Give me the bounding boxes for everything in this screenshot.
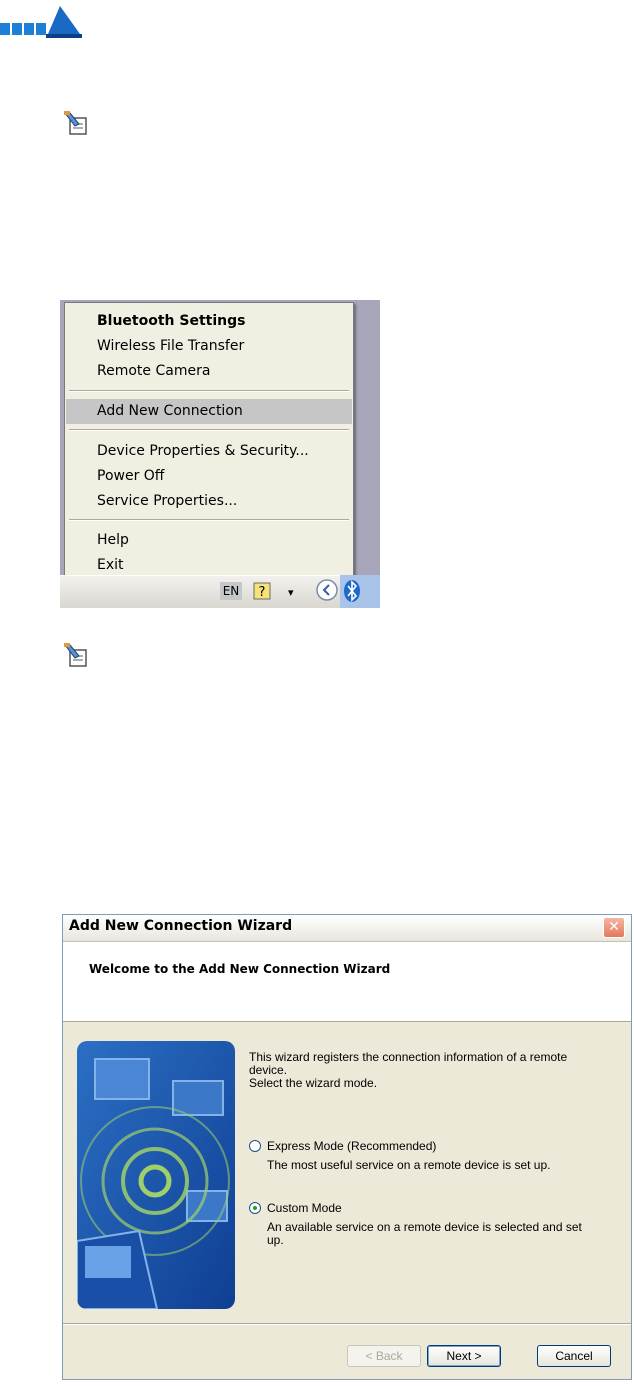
menu-item-wireless-file-transfer[interactable]: Wireless File Transfer bbox=[66, 334, 352, 359]
window-title: Add New Connection Wizard bbox=[69, 918, 293, 934]
description-line: The most useful service on a remote devi… bbox=[267, 1158, 551, 1172]
menu-separator bbox=[69, 519, 349, 521]
show-hidden-icons-chevron-icon[interactable] bbox=[316, 579, 338, 601]
description-line: up. bbox=[267, 1233, 284, 1247]
next-page-arrow-icon[interactable] bbox=[0, 0, 82, 40]
intro-line: This wizard registers the connection inf… bbox=[249, 1050, 568, 1064]
menu-item-power-off[interactable]: Power Off bbox=[66, 464, 352, 489]
intro-line: Select the wizard mode. bbox=[249, 1076, 378, 1090]
description-line: An available service on a remote device … bbox=[267, 1220, 582, 1234]
menu-item-bluetooth-settings[interactable]: Bluetooth Settings bbox=[66, 309, 352, 334]
wizard-intro: This wizard registers the connection inf… bbox=[249, 1051, 609, 1090]
menu-item-help[interactable]: Help bbox=[66, 528, 352, 553]
svg-text:?: ? bbox=[259, 585, 266, 600]
close-icon: ✕ bbox=[608, 919, 620, 935]
express-mode-label[interactable]: Express Mode (Recommended) bbox=[267, 1139, 436, 1154]
express-mode-description: The most useful service on a remote devi… bbox=[267, 1159, 607, 1172]
custom-mode-radio[interactable] bbox=[249, 1202, 261, 1214]
custom-mode-description: An available service on a remote device … bbox=[267, 1221, 607, 1247]
next-button[interactable]: Next > bbox=[427, 1345, 501, 1367]
wizard-header-title: Welcome to the Add New Connection Wizard bbox=[89, 962, 391, 976]
button-area-separator bbox=[63, 1323, 631, 1325]
express-mode-radio[interactable] bbox=[249, 1140, 261, 1152]
tray-context-menu-screenshot: Bluetooth Settings Wireless File Transfe… bbox=[60, 300, 380, 608]
tray-dropdown-arrow-icon[interactable]: ▾ bbox=[288, 586, 294, 599]
custom-mode-label[interactable]: Custom Mode bbox=[267, 1201, 342, 1216]
close-button[interactable]: ✕ bbox=[603, 917, 625, 938]
wizard-illustration bbox=[77, 1041, 235, 1309]
window-title-bar[interactable]: Add New Connection Wizard ✕ bbox=[63, 915, 631, 942]
back-button[interactable]: < Back bbox=[347, 1345, 421, 1367]
memo-pencil-icon bbox=[63, 643, 87, 667]
wizard-header: Welcome to the Add New Connection Wizard bbox=[63, 942, 631, 1022]
menu-separator bbox=[69, 390, 349, 392]
menu-separator bbox=[69, 429, 349, 431]
language-indicator[interactable]: EN bbox=[220, 582, 242, 600]
custom-mode-option[interactable]: Custom Mode bbox=[249, 1201, 609, 1217]
menu-item-service-properties[interactable]: Service Properties... bbox=[66, 489, 352, 514]
bluetooth-icon[interactable] bbox=[340, 575, 380, 608]
bluetooth-context-menu: Bluetooth Settings Wireless File Transfe… bbox=[64, 302, 354, 576]
menu-item-device-properties-security[interactable]: Device Properties & Security... bbox=[66, 439, 352, 464]
memo-pencil-icon bbox=[63, 111, 87, 135]
cancel-button[interactable]: Cancel bbox=[537, 1345, 611, 1367]
add-new-connection-wizard-window: Add New Connection Wizard ✕ Welcome to t… bbox=[62, 914, 632, 1380]
menu-item-remote-camera[interactable]: Remote Camera bbox=[66, 359, 352, 384]
menu-item-add-new-connection[interactable]: Add New Connection bbox=[66, 399, 352, 424]
express-mode-option[interactable]: Express Mode (Recommended) bbox=[249, 1139, 609, 1155]
help-icon[interactable]: ? bbox=[253, 582, 271, 600]
